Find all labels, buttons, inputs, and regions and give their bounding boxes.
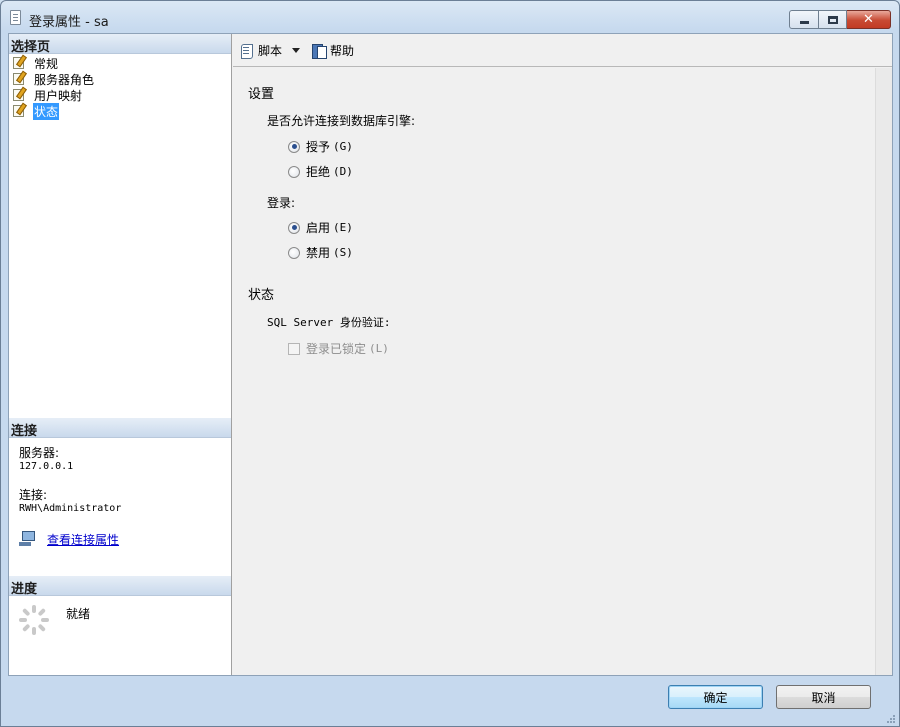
page-edit-icon (12, 102, 27, 118)
window-controls: ✕ (789, 10, 891, 29)
progress-spinner-icon (19, 605, 49, 635)
grant-radio[interactable] (288, 140, 300, 153)
select-page-header: 选择页 (9, 34, 231, 55)
minimize-icon (799, 21, 809, 24)
permission-question: 是否允许连接到数据库引擎: (267, 114, 416, 128)
close-icon: ✕ (863, 12, 874, 27)
nav-item-label: 用户映射 (34, 88, 83, 103)
toolbar: 脚本 帮助 (233, 34, 892, 67)
login-properties-window: 登录属性 - sa ✕ 选择页 常规 服务器角色 用户映射 状态 连接 服务器:… (0, 0, 900, 727)
chevron-down-icon[interactable] (292, 48, 301, 53)
deny-shortcut: (D) (333, 165, 353, 178)
view-connection-properties-link[interactable]: 查看连接属性 (47, 531, 119, 548)
server-value: 127.0.0.1 (19, 461, 74, 472)
enable-label: 启用 (306, 221, 331, 235)
login-locked-label: 登录已锁定 (306, 342, 367, 356)
deny-radio[interactable] (288, 165, 300, 178)
minimize-button[interactable] (789, 10, 819, 29)
ok-button[interactable]: 确定 (668, 685, 763, 709)
page-edit-icon (12, 86, 27, 102)
maximize-button[interactable] (819, 10, 847, 29)
connection-properties-icon (19, 531, 37, 547)
nav-item-label: 常规 (34, 56, 59, 71)
maximize-icon (827, 15, 838, 24)
grant-radio-option[interactable]: 授予 (G) (288, 138, 353, 155)
grant-shortcut: (G) (333, 140, 353, 153)
dialog-client-area: 选择页 常规 服务器角色 用户映射 状态 连接 服务器: 127.0.0.1 连… (8, 33, 893, 676)
vertical-scrollbar[interactable] (875, 68, 892, 675)
help-button[interactable]: 帮助 (311, 42, 354, 59)
status-page-content: 设置 是否允许连接到数据库引擎: 授予 (G) 拒绝 (D) 登录: 启用 (E… (233, 68, 892, 675)
page-edit-icon (12, 54, 27, 70)
connection-label: 连接: (19, 488, 48, 502)
disable-radio[interactable] (288, 246, 300, 259)
resize-grip-icon[interactable] (885, 713, 895, 723)
help-book-icon (311, 43, 327, 59)
deny-radio-option[interactable]: 拒绝 (D) (288, 163, 353, 180)
login-locked-shortcut: (L) (369, 342, 389, 355)
deny-label: 拒绝 (306, 165, 331, 179)
right-pane: 脚本 帮助 设置 是否允许连接到数据库引擎: 授予 (G) 拒绝 (D) 登录:… (233, 34, 892, 675)
document-icon (10, 10, 21, 25)
connection-info: 连接: RWH\Administrator (19, 489, 121, 515)
page-nav-list: 常规 服务器角色 用户映射 状态 (12, 54, 227, 120)
status-heading: 状态 (248, 288, 275, 303)
script-icon (239, 43, 255, 59)
window-title: 登录属性 - sa (29, 15, 109, 30)
disable-shortcut: (S) (333, 246, 353, 259)
help-label: 帮助 (330, 44, 355, 58)
server-info: 服务器: 127.0.0.1 (19, 447, 73, 473)
script-button[interactable]: 脚本 (239, 42, 301, 59)
left-pane: 选择页 常规 服务器角色 用户映射 状态 连接 服务器: 127.0.0.1 连… (9, 34, 232, 675)
close-button[interactable]: ✕ (847, 10, 891, 29)
script-label: 脚本 (258, 44, 283, 58)
progress-header: 进度 (9, 576, 231, 597)
nav-item-status[interactable]: 状态 (12, 102, 227, 120)
nav-item-label: 状态 (33, 102, 60, 120)
settings-heading: 设置 (248, 87, 275, 102)
login-locked-option: 登录已锁定 (L) (288, 340, 389, 357)
nav-item-general[interactable]: 常规 (12, 54, 227, 71)
disable-label: 禁用 (306, 246, 331, 260)
login-locked-checkbox (288, 342, 300, 355)
enable-radio[interactable] (288, 221, 300, 234)
nav-item-server-roles[interactable]: 服务器角色 (12, 70, 227, 87)
enable-radio-option[interactable]: 启用 (E) (288, 219, 353, 236)
disable-radio-option[interactable]: 禁用 (S) (288, 244, 353, 261)
connection-value: RWH\Administrator (19, 503, 122, 514)
grant-label: 授予 (306, 140, 331, 154)
progress-status: 就绪 (66, 607, 91, 621)
title-bar[interactable]: 登录属性 - sa ✕ (1, 1, 899, 33)
page-edit-icon (12, 70, 27, 86)
enable-shortcut: (E) (333, 221, 353, 234)
sql-auth-label: SQL Server 身份验证: (267, 316, 391, 329)
login-label: 登录: (267, 196, 296, 210)
cancel-button[interactable]: 取消 (776, 685, 871, 709)
server-label: 服务器: (19, 446, 60, 460)
nav-item-label: 服务器角色 (34, 72, 95, 87)
nav-item-user-mapping[interactable]: 用户映射 (12, 86, 227, 103)
connection-header: 连接 (9, 418, 231, 439)
